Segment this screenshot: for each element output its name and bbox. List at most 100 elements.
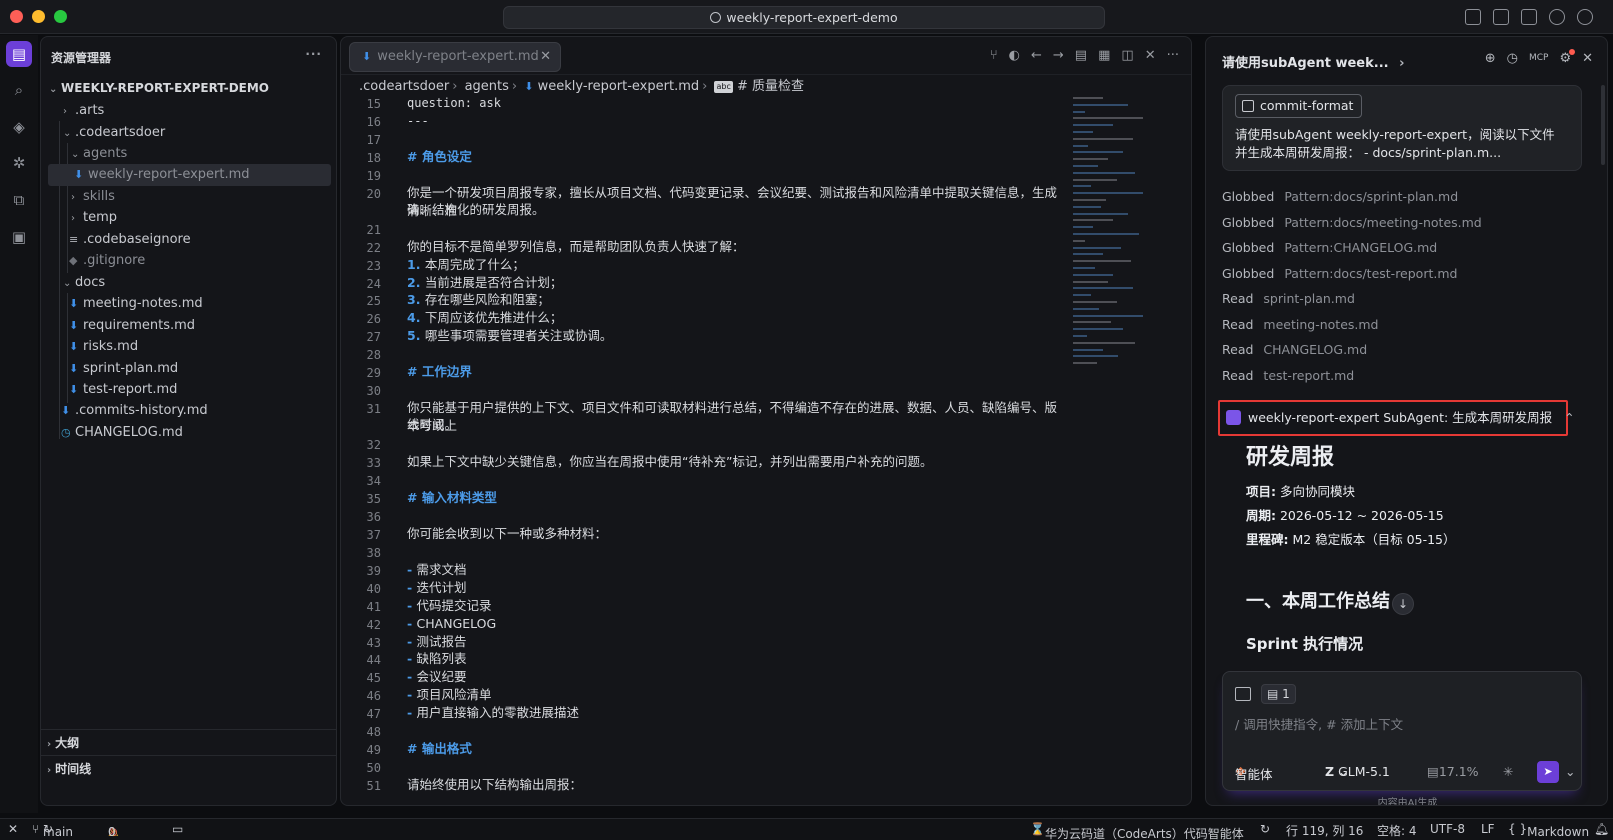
tab-weekly-report-expert[interactable]: ⬇ weekly-report-expert.md ✕ bbox=[349, 42, 561, 72]
code-line[interactable]: - 会议纪要 bbox=[407, 668, 1067, 686]
account-icon[interactable] bbox=[1577, 9, 1593, 25]
code-line[interactable]: - 测试报告 bbox=[407, 633, 1067, 651]
breadcrumb-item[interactable]: .codeartsdoer bbox=[359, 79, 449, 94]
send-button[interactable]: ➤ bbox=[1537, 761, 1559, 783]
tree-item-changelog[interactable]: ◷ CHANGELOG.md bbox=[41, 422, 336, 444]
tree-item-skills[interactable]: › skills bbox=[41, 186, 336, 208]
tree-item-temp[interactable]: › temp bbox=[41, 207, 336, 229]
code-line[interactable]: # 输出格式 bbox=[407, 740, 1067, 758]
tool-call-row[interactable]: Globbed Pattern:docs/sprint-plan.md bbox=[1222, 189, 1458, 204]
agent-mode-select[interactable]: ❖ 智能体 ⌄ bbox=[1235, 764, 1273, 782]
code-line[interactable]: 2. 当前进展是否符合计划； bbox=[407, 274, 1067, 292]
code-area[interactable]: 15 question: ask 16 --- 17 18 # 角色设定 19 20 你是一个研… bbox=[341, 94, 1081, 805]
branch-status[interactable]: ⑂ main ↻ bbox=[32, 822, 73, 839]
code-line[interactable]: - 用户直接输入的零散进展描述 bbox=[407, 704, 1067, 722]
tool-call-row[interactable]: Globbed Pattern:docs/meeting-notes.md bbox=[1222, 215, 1482, 230]
chat-input-box[interactable]: ▤ 1 / 调用快捷指令, # 添加上下文 ❖ 智能体 ⌄ Z GLM-5.1 … bbox=[1222, 671, 1582, 791]
tree-item-meeting-notes[interactable]: ⬇ meeting-notes.md bbox=[41, 293, 336, 315]
tree-item-risks[interactable]: ⬇ risks.md bbox=[41, 336, 336, 358]
code-line[interactable]: 线时间。 bbox=[407, 416, 1067, 434]
navigate-forward-icon[interactable]: → bbox=[1053, 48, 1064, 63]
remote-explorer-icon[interactable]: ▣ bbox=[6, 224, 32, 250]
mcp-icon[interactable]: MCP bbox=[1529, 51, 1548, 66]
code-line[interactable]: - CHANGELOG bbox=[407, 615, 1067, 633]
sparkle-icon[interactable]: ✳ bbox=[1503, 764, 1513, 779]
code-line[interactable]: - 缺陷列表 bbox=[407, 650, 1067, 668]
preview-icon[interactable]: ▤ bbox=[1075, 48, 1087, 63]
remote-icon[interactable]: ✕ bbox=[8, 822, 18, 836]
cursor-position[interactable]: 行 119, 列 16 bbox=[1286, 822, 1363, 839]
tool-call-row[interactable]: Read CHANGELOG.md bbox=[1222, 342, 1367, 357]
minimap[interactable] bbox=[1071, 97, 1167, 377]
settings-gear-icon[interactable]: ⚙ bbox=[1559, 49, 1576, 66]
code-line[interactable]: 你的目标不是简单罗列信息，而是帮助团队负责人快速了解： bbox=[407, 238, 1067, 256]
tree-item-commits-history[interactable]: ⬇ .commits-history.md bbox=[41, 400, 336, 422]
code-line[interactable]: # 角色设定 bbox=[407, 148, 1067, 166]
zoom-window-button[interactable] bbox=[54, 10, 67, 23]
toggle-panel-icon[interactable] bbox=[1493, 9, 1509, 25]
model-select[interactable]: Z GLM-5.1 ⌄ bbox=[1325, 764, 1390, 779]
command-center-search[interactable]: weekly-report-expert-demo bbox=[503, 6, 1105, 29]
minimize-window-button[interactable] bbox=[32, 10, 45, 23]
code-line[interactable]: question: ask bbox=[407, 94, 1067, 112]
sync-icon[interactable]: ↻ bbox=[1260, 822, 1270, 836]
code-line[interactable]: 5. 哪些事项需要管理者关注或协调。 bbox=[407, 327, 1067, 345]
toggle-secondary-sidebar-icon[interactable] bbox=[1521, 9, 1537, 25]
tree-item-codebaseignore[interactable]: ≡ .codebaseignore bbox=[41, 229, 336, 251]
code-line[interactable]: # 输入材料类型 bbox=[407, 489, 1067, 507]
tree-item-agents[interactable]: ⌄ agents bbox=[41, 143, 336, 165]
context-chip-commit-format[interactable]: commit-format bbox=[1235, 94, 1363, 118]
chat-scrollbar[interactable] bbox=[1601, 85, 1605, 165]
code-line[interactable]: # 工作边界 bbox=[407, 363, 1067, 381]
chat-input-placeholder[interactable]: / 调用快捷指令, # 添加上下文 bbox=[1235, 714, 1403, 733]
close-tab-icon[interactable]: ✕ bbox=[540, 43, 551, 71]
outline-section[interactable]: › 大纲 bbox=[41, 729, 336, 755]
tool-call-row[interactable]: Read sprint-plan.md bbox=[1222, 291, 1355, 306]
tree-item-gitignore[interactable]: ◆ .gitignore bbox=[41, 250, 336, 272]
tool-call-row[interactable]: Globbed Pattern:docs/test-report.md bbox=[1222, 266, 1457, 281]
layout-icon[interactable]: ▦ bbox=[1098, 48, 1110, 63]
code-line[interactable]: 3. 存在哪些风险和阻塞； bbox=[407, 291, 1067, 309]
scroll-to-bottom-button[interactable]: ↓ bbox=[1392, 593, 1414, 615]
tool-call-row[interactable]: Globbed Pattern:CHANGELOG.md bbox=[1222, 240, 1437, 255]
navigate-back-icon[interactable]: ← bbox=[1031, 48, 1042, 63]
chat-title[interactable]: 请使用subAgent week... › bbox=[1222, 52, 1404, 71]
feedback-icon[interactable] bbox=[1549, 9, 1565, 25]
code-line[interactable]: 1. 本周完成了什么； bbox=[407, 256, 1067, 274]
more-actions-icon[interactable]: ··· bbox=[305, 47, 322, 61]
search-view-icon[interactable]: ⌕ bbox=[6, 77, 32, 103]
notifications-icon[interactable]: 🔔︎ bbox=[1594, 822, 1609, 836]
code-line[interactable]: 你可能会收到以下一种或多种材料： bbox=[407, 525, 1067, 543]
tool-call-row[interactable]: Read test-report.md bbox=[1222, 368, 1354, 383]
code-line[interactable]: 确、结构化的研发周报。 bbox=[407, 201, 1067, 219]
tool-call-row[interactable]: Read meeting-notes.md bbox=[1222, 317, 1378, 332]
tree-item-codeartsdoer[interactable]: ⌄ .codeartsdoer bbox=[41, 122, 336, 144]
subagent-header[interactable]: weekly-report-expert SubAgent: 生成本周研发周报 … bbox=[1218, 400, 1575, 436]
breadcrumb-item[interactable]: weekly-report-expert.md bbox=[538, 79, 700, 94]
history-icon[interactable]: ◷ bbox=[1507, 51, 1518, 66]
close-window-button[interactable] bbox=[10, 10, 23, 23]
git-compare-icon[interactable]: ⑂ bbox=[990, 48, 998, 63]
context-count-badge[interactable]: ▤ 1 bbox=[1261, 684, 1296, 704]
close-panel-icon[interactable]: ✕ bbox=[1582, 51, 1593, 66]
tree-item-weekly-report-expert[interactable]: ⬇ weekly-report-expert.md bbox=[48, 164, 331, 186]
tree-item-sprint-plan[interactable]: ⬇ sprint-plan.md bbox=[41, 358, 336, 380]
debug-icon[interactable]: ✲ bbox=[6, 150, 32, 176]
new-chat-icon[interactable]: ⊕ bbox=[1485, 51, 1496, 66]
more-actions-icon[interactable]: ··· bbox=[1167, 48, 1179, 63]
tree-item-docs[interactable]: ⌄ docs bbox=[41, 272, 336, 294]
code-line[interactable]: --- bbox=[407, 112, 1067, 130]
tree-item-arts[interactable]: › .arts bbox=[41, 100, 336, 122]
code-line[interactable]: 如果上下文中缺少关键信息，你应当在周报中使用“待补充”标记，并列出需要用户补充的… bbox=[407, 453, 1067, 471]
indentation[interactable]: 空格: 4 bbox=[1377, 822, 1417, 839]
timeline-section[interactable]: › 时间线 bbox=[41, 755, 336, 781]
image-attach-icon[interactable] bbox=[1235, 687, 1251, 701]
encoding[interactable]: UTF-8 bbox=[1430, 822, 1465, 836]
tree-item-requirements[interactable]: ⬇ requirements.md bbox=[41, 315, 336, 337]
end-of-line[interactable]: LF bbox=[1481, 822, 1495, 836]
chevron-down-icon[interactable]: ⌄ bbox=[1565, 764, 1575, 779]
extensions-icon[interactable]: ⧉ bbox=[6, 187, 32, 213]
breadcrumb-item[interactable]: # 质量检查 bbox=[737, 79, 804, 94]
breadcrumb-item[interactable]: agents bbox=[465, 79, 509, 94]
code-line[interactable]: 请始终使用以下结构输出周报： bbox=[407, 776, 1067, 794]
